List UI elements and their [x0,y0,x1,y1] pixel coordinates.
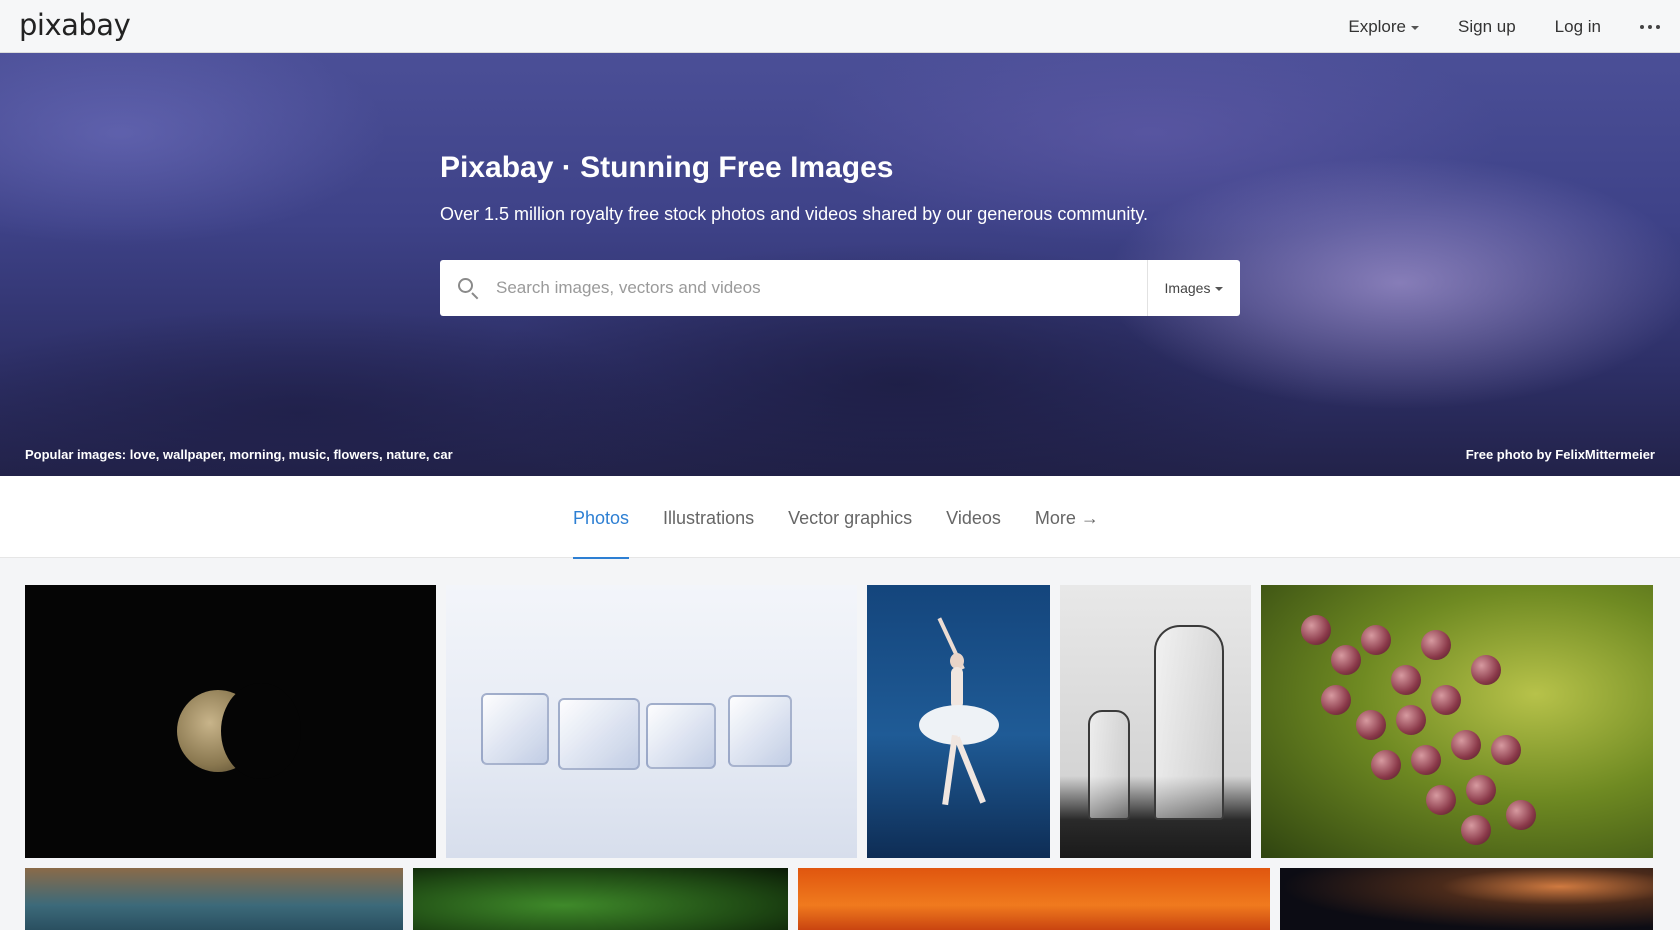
tab-illustrations[interactable]: Illustrations [663,476,754,558]
tab-more[interactable]: More → [1035,476,1099,558]
gallery-image-ice-cubes[interactable] [446,585,857,858]
search-input[interactable] [496,260,1147,316]
explore-menu[interactable]: Explore [1348,17,1419,37]
tab-photos[interactable]: Photos [573,476,630,559]
signup-link[interactable]: Sign up [1458,17,1516,37]
chevron-down-icon [1411,25,1419,30]
hero-subtitle: Over 1.5 million royalty free stock phot… [440,204,1149,224]
grape [1506,800,1536,830]
gallery-image-basil[interactable] [413,868,788,930]
grape [1361,625,1391,655]
tab-videos[interactable]: Videos [946,476,1001,558]
gallery-image-moon[interactable] [25,585,436,858]
grape [1356,710,1386,740]
hero-text: Pixabay · Stunning Free Images Over 1.5 … [440,151,1148,225]
photo-credit[interactable]: Free photo by FelixMittermeier [1466,447,1655,462]
top-navigation-bar: pixabay Explore Sign up Log in [0,0,1680,53]
header-nav: Explore Sign up Log in [1348,0,1680,53]
ice-cube [481,693,549,765]
dancer-leg [942,734,958,806]
grape [1391,665,1421,695]
popular-images-links[interactable]: Popular images: love, wallpaper, morning… [25,447,453,462]
search-icon[interactable] [456,260,496,316]
ice-cube [646,703,716,769]
gallery-image-bottles[interactable] [1060,585,1251,858]
login-link[interactable]: Log in [1555,17,1601,37]
grape [1471,655,1501,685]
grape [1426,785,1456,815]
grape [1411,745,1441,775]
grape [1331,645,1361,675]
hero-banner: Pixabay · Stunning Free Images Over 1.5 … [0,53,1680,476]
gallery-image-building[interactable] [25,868,403,930]
hero-title: Pixabay · Stunning Free Images [440,151,894,184]
small-bottle [1088,710,1130,820]
grape [1451,730,1481,760]
chevron-down-icon [1215,287,1224,291]
grape [1466,775,1496,805]
search-bar: Images [440,260,1240,316]
grape [1371,750,1401,780]
grape [1461,815,1491,845]
gallery-image-grapes[interactable] [1261,585,1653,858]
more-dots-icon[interactable] [1640,24,1660,29]
grape [1491,735,1521,765]
gallery-image-ballet-dancer[interactable] [867,585,1050,858]
media-type-tabs: Photos Illustrations Vector graphics Vid… [573,476,1133,559]
grape [1421,630,1451,660]
large-bottle [1154,625,1224,820]
media-type-tabs-bar: Photos Illustrations Vector graphics Vid… [0,476,1680,559]
explore-label: Explore [1348,16,1406,36]
gallery-image-sunset-sky[interactable] [798,868,1270,930]
moon-shadow [221,683,301,779]
pixabay-logo[interactable]: pixabay [19,8,131,42]
ice-cube [728,695,792,767]
grape [1301,615,1331,645]
dancer-body [951,667,963,709]
grape [1321,685,1351,715]
gallery-image-bokeh-lights[interactable] [1280,868,1653,930]
grape [1431,685,1461,715]
search-type-dropdown[interactable]: Images [1147,260,1240,316]
dancer-leg [954,736,986,804]
ice-cube [558,698,640,770]
tab-vector-graphics[interactable]: Vector graphics [788,476,912,558]
search-type-label: Images [1164,280,1211,296]
grape [1396,705,1426,735]
